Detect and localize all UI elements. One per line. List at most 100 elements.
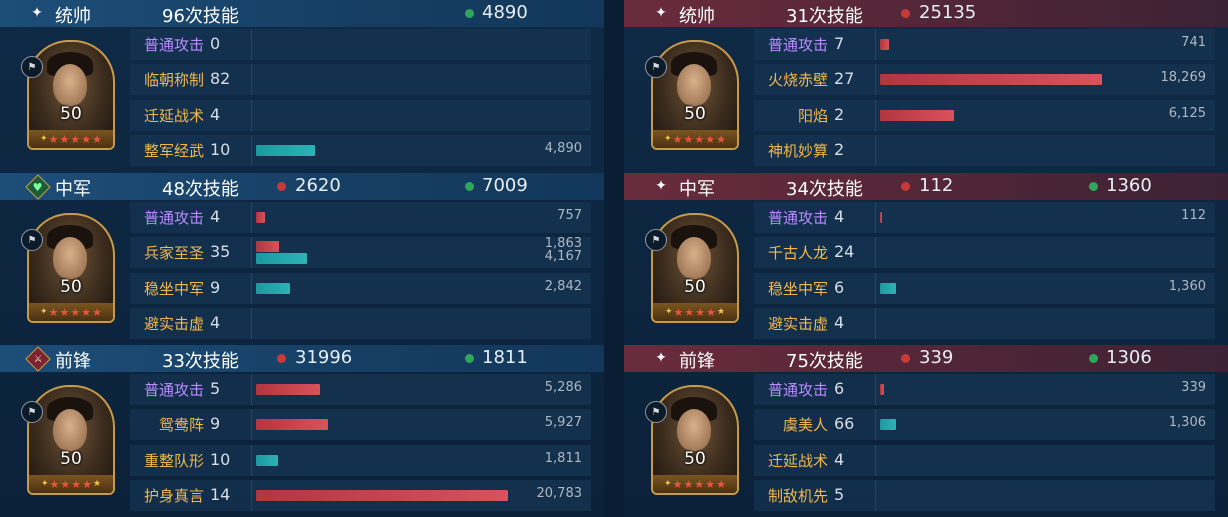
- heal-value: 1,360: [1168, 279, 1206, 294]
- left-general-统帅: ✦ 统帅 96次技能 4890 ⚑ 50 ✦ ★ ★ ★ ★ ★ 普通攻击 0 临朝称制 82 迁延战术 4 整军经…: [0, 0, 604, 172]
- role-label: 前锋: [679, 351, 715, 372]
- skill-name: 护身真言: [143, 487, 204, 505]
- skill-bar-track: [875, 237, 1215, 268]
- skill-use-count: 4: [834, 207, 845, 226]
- star-icon: ★: [672, 477, 683, 491]
- general-portrait[interactable]: 50 ✦ ★ ★ ★ ★ ★: [651, 385, 739, 495]
- skill-bar-track: [251, 202, 591, 233]
- skill-name: 整军经武: [143, 142, 204, 160]
- skill-cast-count: 31次技能: [786, 6, 863, 27]
- total-damage: 31996: [295, 347, 353, 368]
- skill-use-count: 10: [210, 140, 231, 159]
- skill-use-count: 66: [834, 414, 855, 433]
- skill-row[interactable]: 兵家至圣 35 1,863 4,167: [130, 237, 591, 269]
- skill-bar-track: [875, 480, 1215, 511]
- total-damage: 339: [919, 347, 954, 368]
- damage-dot-icon: [901, 354, 910, 363]
- skill-use-count: 9: [210, 414, 221, 433]
- portrait-face: [53, 64, 87, 106]
- general-portrait[interactable]: 50 ✦ ★ ★ ★ ★ ★: [651, 40, 739, 150]
- skill-use-count: 14: [210, 485, 231, 504]
- skill-row[interactable]: 避实击虚 4: [130, 308, 591, 340]
- heal-value: 1,306: [1168, 415, 1206, 430]
- skill-row[interactable]: 普通攻击 0: [130, 29, 591, 61]
- total-heal: 1360: [1106, 175, 1152, 196]
- total-damage: 2620: [295, 175, 341, 196]
- total-heal: 7009: [482, 175, 528, 196]
- star-icon: ★: [684, 305, 695, 319]
- general-level: 50: [684, 104, 706, 124]
- star-rating: ✦ ★ ★ ★ ★ ★: [653, 475, 737, 493]
- skill-cast-count: 96次技能: [162, 6, 239, 27]
- heal-bar: [880, 283, 896, 294]
- skill-row[interactable]: 普通攻击 5 5,286: [130, 374, 591, 406]
- skill-row[interactable]: 避实击虚 4: [754, 308, 1215, 340]
- star-icon: ★: [59, 305, 70, 319]
- skill-row[interactable]: 稳坐中军 9 2,842: [130, 273, 591, 305]
- skill-row[interactable]: 普通攻击 4 112: [754, 202, 1215, 234]
- right-team-panel: ✦ 统帅 31次技能 25135 ⚑ 50 ✦ ★ ★ ★ ★ ★ 普通攻击 7 741 火烧赤壁 27 18,2…: [624, 0, 1228, 517]
- skill-use-count: 7: [834, 34, 845, 53]
- skill-use-count: 4: [210, 105, 221, 124]
- star-icon: ★: [70, 305, 81, 319]
- skill-name: 普通攻击: [143, 36, 204, 54]
- general-portrait[interactable]: 50 ✦ ★ ★ ★ ★ ★: [27, 40, 115, 150]
- general-header: ⚔ 前锋 33次技能 31996 1811: [0, 345, 604, 372]
- skill-row[interactable]: 普通攻击 7 741: [754, 29, 1215, 61]
- skill-row[interactable]: 火烧赤壁 27 18,269: [754, 64, 1215, 96]
- right-general-统帅: ✦ 统帅 31次技能 25135 ⚑ 50 ✦ ★ ★ ★ ★ ★ 普通攻击 7 741 火烧赤壁 27 18,2…: [624, 0, 1228, 172]
- star-icon: ★: [706, 305, 716, 319]
- skill-bar-track: [251, 100, 591, 131]
- skill-row[interactable]: 普通攻击 6 339: [754, 374, 1215, 406]
- skill-use-count: 5: [210, 379, 221, 398]
- skill-row[interactable]: 迁延战术 4: [130, 100, 591, 132]
- left-general-前锋: ⚔ 前锋 33次技能 31996 1811 ⚑ 50 ✦ ★ ★ ★ ★ ★ 普通攻击 5 5,286 鸳鸯阵 9…: [0, 345, 604, 517]
- skill-bar-track: [251, 445, 591, 476]
- general-portrait[interactable]: 50 ✦ ★ ★ ★ ★ ★: [651, 213, 739, 323]
- skill-row[interactable]: 整军经武 10 4,890: [130, 135, 591, 167]
- general-portrait[interactable]: 50 ✦ ★ ★ ★ ★ ★: [27, 213, 115, 323]
- skill-name: 普通攻击: [143, 381, 204, 399]
- star-icon: ★: [81, 305, 92, 319]
- damage-value: 5,927: [544, 415, 582, 430]
- star-icon: ★: [672, 132, 683, 146]
- skill-row[interactable]: 阳焰 2 6,125: [754, 100, 1215, 132]
- heal-value: 4,167: [544, 249, 582, 264]
- skill-name: 鸳鸯阵: [158, 416, 204, 434]
- skill-row[interactable]: 重整队形 10 1,811: [130, 445, 591, 477]
- skill-use-count: 0: [210, 34, 221, 53]
- general-portrait[interactable]: 50 ✦ ★ ★ ★ ★ ★: [27, 385, 115, 495]
- skill-row[interactable]: 虞美人 66 1,306: [754, 409, 1215, 441]
- skill-name: 虞美人: [782, 416, 828, 434]
- skill-name: 稳坐中军: [767, 280, 828, 298]
- skill-row[interactable]: 鸳鸯阵 9 5,927: [130, 409, 591, 441]
- skill-row[interactable]: 千古人龙 24: [754, 237, 1215, 269]
- damage-bar: [880, 384, 884, 395]
- damage-value: 339: [1181, 380, 1206, 395]
- skill-row[interactable]: 迁延战术 4: [754, 445, 1215, 477]
- skill-row[interactable]: 制敌机先 5: [754, 480, 1215, 512]
- skill-bar-track: [875, 135, 1215, 166]
- skill-row[interactable]: 稳坐中军 6 1,360: [754, 273, 1215, 305]
- skill-row[interactable]: 普通攻击 4 757: [130, 202, 591, 234]
- skill-row[interactable]: 临朝称制 82: [130, 64, 591, 96]
- skill-row[interactable]: 神机妙算 2: [754, 135, 1215, 167]
- star-icon: ★: [71, 477, 82, 491]
- skill-name: 避实击虚: [143, 315, 204, 333]
- star-icon: ★: [694, 132, 705, 146]
- damage-bar: [256, 241, 279, 252]
- damage-bar: [256, 384, 320, 395]
- skill-cast-count: 33次技能: [162, 351, 239, 372]
- skill-use-count: 24: [834, 242, 855, 261]
- damage-bar: [256, 212, 265, 223]
- damage-dot-icon: [277, 182, 286, 191]
- star-rating: ✦ ★ ★ ★ ★ ★: [29, 475, 113, 493]
- skill-use-count: 6: [834, 379, 845, 398]
- skill-bar-track: [251, 64, 591, 95]
- star-icon: ★: [92, 132, 102, 146]
- skill-row[interactable]: 护身真言 14 20,783: [130, 480, 591, 512]
- skill-name: 避实击虚: [767, 315, 828, 333]
- total-damage: 112: [919, 175, 954, 196]
- skill-name: 千古人龙: [767, 244, 828, 262]
- portrait-face: [677, 409, 711, 451]
